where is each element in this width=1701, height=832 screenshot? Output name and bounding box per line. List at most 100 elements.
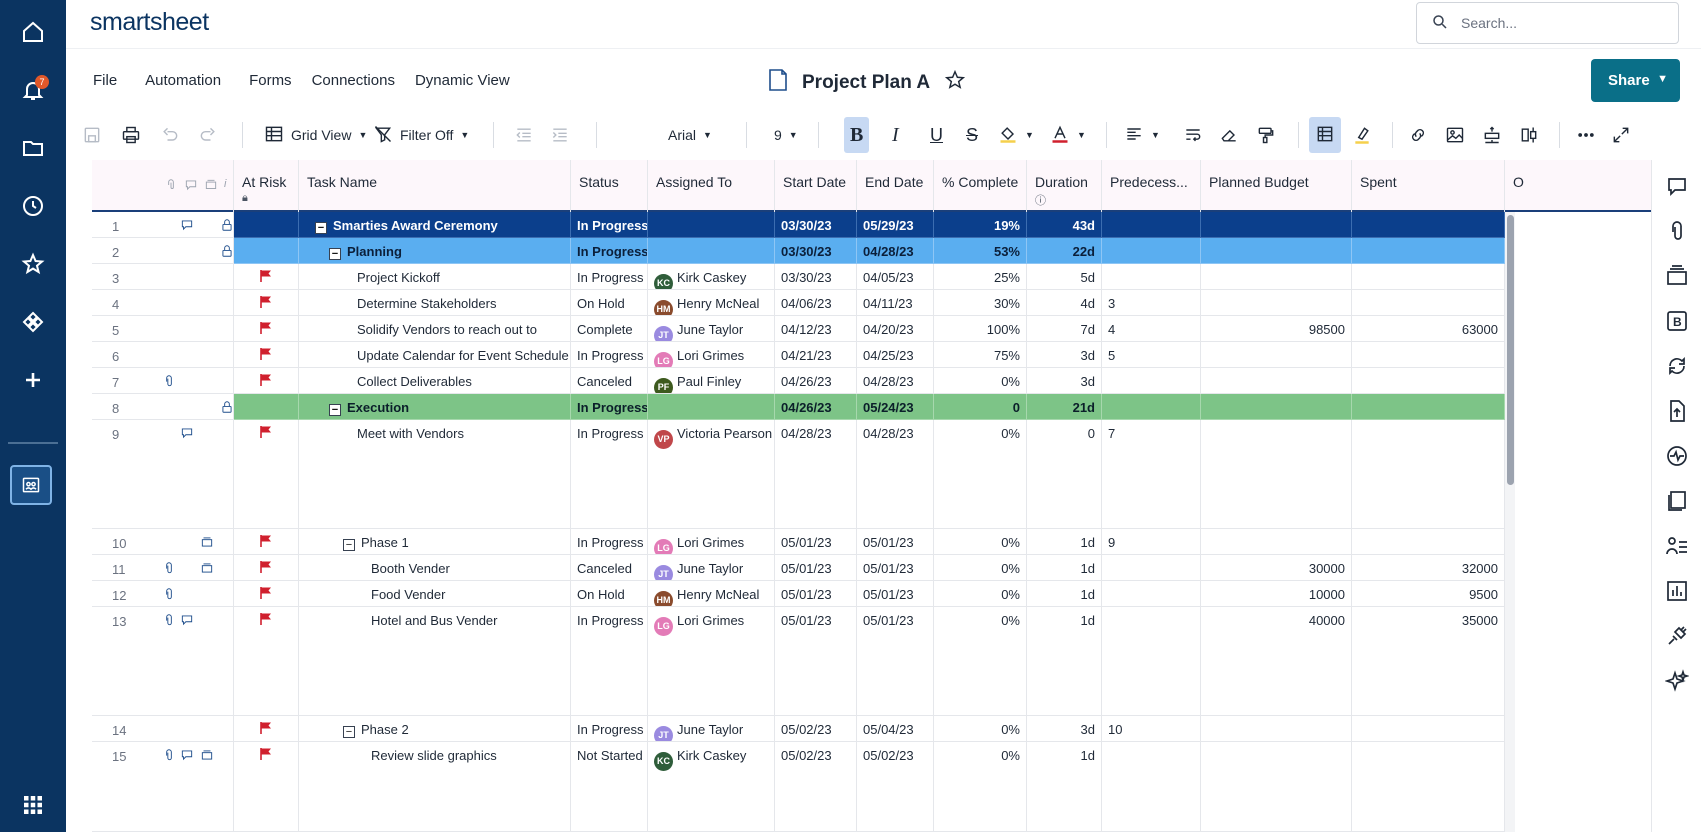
app-launcher-grid-icon[interactable] bbox=[0, 785, 66, 825]
cell-assignee[interactable] bbox=[648, 394, 775, 420]
clear-format-eraser-icon[interactable] bbox=[1219, 114, 1239, 156]
cell-end[interactable]: 05/01/23 bbox=[857, 607, 934, 716]
row-header[interactable]: 3 bbox=[92, 264, 234, 290]
cell-dur[interactable]: 1d bbox=[1027, 555, 1102, 581]
cell-pct[interactable]: 0% bbox=[934, 607, 1027, 716]
fullscreen-icon[interactable] bbox=[1611, 114, 1631, 156]
row-proof-icon[interactable] bbox=[200, 561, 214, 578]
card-layout-icon[interactable] bbox=[1519, 114, 1539, 156]
cell-start[interactable]: 05/02/23 bbox=[775, 742, 857, 832]
ai-sparkle-icon[interactable] bbox=[1664, 669, 1690, 693]
cell-name[interactable]: Food Vender bbox=[299, 581, 571, 607]
cell-dur[interactable]: 3d bbox=[1027, 342, 1102, 368]
at-risk-flag-icon[interactable] bbox=[259, 747, 273, 764]
cell-pct[interactable]: 0% bbox=[934, 742, 1027, 832]
cell-assignee[interactable]: HM Henry McNeal bbox=[648, 290, 775, 316]
summary-pulse-icon[interactable] bbox=[1665, 444, 1689, 468]
cell-pred[interactable] bbox=[1102, 238, 1201, 264]
cell-budget[interactable] bbox=[1201, 368, 1352, 394]
insert-image-icon[interactable] bbox=[1445, 114, 1465, 156]
cell-spent[interactable] bbox=[1352, 529, 1505, 555]
cell-end[interactable]: 05/01/23 bbox=[857, 555, 934, 581]
cell-name[interactable]: − Phase 1 bbox=[299, 529, 571, 555]
cell-assignee[interactable]: KC Kirk Caskey bbox=[648, 264, 775, 290]
cell-pred[interactable] bbox=[1102, 607, 1201, 716]
strikethrough-button[interactable]: S bbox=[966, 114, 978, 156]
row-header[interactable]: 4 bbox=[92, 290, 234, 316]
cell-risk[interactable] bbox=[234, 264, 299, 290]
row-attach-icon[interactable] bbox=[162, 748, 176, 765]
cell-assignee[interactable]: JT June Taylor bbox=[648, 316, 775, 342]
cell-dur[interactable]: 21d bbox=[1027, 394, 1102, 420]
cell-start[interactable]: 05/01/23 bbox=[775, 529, 857, 555]
col-header-task-name[interactable]: Task Name bbox=[299, 160, 571, 212]
italic-button[interactable]: I bbox=[892, 114, 899, 156]
cell-status[interactable]: In Progress bbox=[571, 238, 648, 264]
cell-spent[interactable]: 9500 bbox=[1352, 581, 1505, 607]
cell-budget[interactable] bbox=[1201, 212, 1352, 238]
cell-risk[interactable] bbox=[234, 394, 299, 420]
cell-dur[interactable]: 1d bbox=[1027, 529, 1102, 555]
table-row[interactable]: 8 − Execution In Progress 04/26/23 05/24/23 0 2… bbox=[92, 394, 1632, 420]
cell-start[interactable]: 05/02/23 bbox=[775, 716, 857, 742]
workspace-icon[interactable] bbox=[10, 465, 52, 505]
cell-start[interactable]: 03/30/23 bbox=[775, 238, 857, 264]
col-header-status[interactable]: Status bbox=[571, 160, 648, 212]
table-row[interactable]: 7 Collect Deliverables Canceled PF Paul Finl… bbox=[92, 368, 1632, 394]
cell-status[interactable]: In Progress bbox=[571, 420, 648, 529]
indent-icon[interactable] bbox=[550, 114, 570, 156]
col-header-predecessors[interactable]: Predecess... bbox=[1102, 160, 1201, 212]
cell-dur[interactable]: 1d bbox=[1027, 742, 1102, 832]
cell-pct[interactable]: 19% bbox=[934, 212, 1027, 238]
cell-status[interactable]: In Progress bbox=[571, 264, 648, 290]
cell-start[interactable]: 05/01/23 bbox=[775, 607, 857, 716]
at-risk-flag-icon[interactable] bbox=[259, 373, 273, 390]
connections-plug-icon[interactable] bbox=[1665, 624, 1689, 648]
table-row[interactable]: 4 Determine Stakeholders On Hold HM Henry Mc… bbox=[92, 290, 1632, 316]
briefcase-b-icon[interactable]: B bbox=[1665, 309, 1689, 333]
cell-budget[interactable] bbox=[1201, 342, 1352, 368]
cell-spent[interactable] bbox=[1352, 290, 1505, 316]
outdent-icon[interactable] bbox=[514, 114, 534, 156]
favorites-star-icon[interactable] bbox=[0, 244, 66, 284]
save-icon[interactable] bbox=[82, 114, 102, 156]
cell-risk[interactable] bbox=[234, 368, 299, 394]
cell-name[interactable]: Determine Stakeholders bbox=[299, 290, 571, 316]
publish-icon[interactable] bbox=[1665, 399, 1689, 423]
cell-risk[interactable] bbox=[234, 342, 299, 368]
cell-name[interactable]: − Execution bbox=[299, 394, 571, 420]
row-attach-icon[interactable] bbox=[162, 561, 176, 578]
font-size-select[interactable]: 9 ▼ bbox=[774, 114, 798, 156]
cell-budget[interactable] bbox=[1201, 742, 1352, 832]
table-row[interactable]: 5 Solidify Vendors to reach out to Complet… bbox=[92, 316, 1632, 342]
cell-end[interactable]: 05/24/23 bbox=[857, 394, 934, 420]
row-comment-icon[interactable] bbox=[180, 613, 194, 630]
cell-end[interactable]: 04/11/23 bbox=[857, 290, 934, 316]
cell-spent[interactable] bbox=[1352, 742, 1505, 832]
col-header-overflow[interactable]: O bbox=[1505, 160, 1545, 212]
cell-assignee[interactable]: KC Kirk Caskey bbox=[648, 742, 775, 832]
cell-assignee[interactable] bbox=[648, 238, 775, 264]
cell-name[interactable]: Booth Vender bbox=[299, 555, 571, 581]
row-attach-icon[interactable] bbox=[162, 613, 176, 630]
collapse-toggle-icon[interactable]: − bbox=[343, 726, 355, 738]
cell-budget[interactable] bbox=[1201, 420, 1352, 529]
attachments-icon[interactable] bbox=[1665, 219, 1689, 243]
row-header[interactable]: 7 bbox=[92, 368, 234, 394]
cell-status[interactable]: In Progress bbox=[571, 529, 648, 555]
forms-icon[interactable] bbox=[1665, 489, 1689, 513]
cell-risk[interactable] bbox=[234, 238, 299, 264]
row-header[interactable]: 1 bbox=[92, 212, 234, 238]
table-row[interactable]: 13 Hotel and Bus Vender In Progress LG Lori … bbox=[92, 607, 1632, 716]
cell-dur[interactable]: 5d bbox=[1027, 264, 1102, 290]
cell-budget[interactable] bbox=[1201, 716, 1352, 742]
cell-budget[interactable] bbox=[1201, 290, 1352, 316]
menu-file[interactable]: File bbox=[93, 72, 117, 89]
cell-budget[interactable] bbox=[1201, 394, 1352, 420]
at-risk-flag-icon[interactable] bbox=[259, 321, 273, 338]
cell-spent[interactable]: 32000 bbox=[1352, 555, 1505, 581]
conversations-icon[interactable] bbox=[1665, 174, 1689, 198]
cell-end[interactable]: 04/25/23 bbox=[857, 342, 934, 368]
cell-status[interactable]: In Progress bbox=[571, 716, 648, 742]
row-header[interactable]: 11 bbox=[92, 555, 234, 581]
